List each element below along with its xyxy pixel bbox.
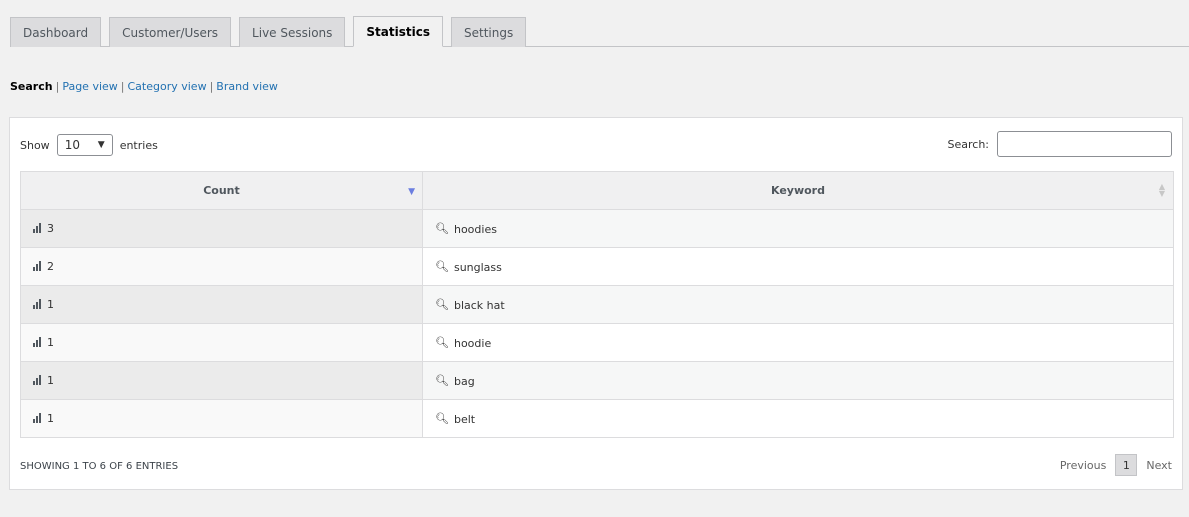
count-value: 1 xyxy=(47,336,54,349)
keyword-cell: 🔍︎ hoodies xyxy=(422,209,1174,248)
keyword-value: belt xyxy=(453,412,476,426)
keyword-cell: 🔍︎ black hat xyxy=(422,285,1174,324)
next-button[interactable]: Next xyxy=(1146,459,1172,472)
search-icon: 🔍︎ xyxy=(435,297,449,311)
tab-customer-users[interactable]: Customer/Users xyxy=(109,17,232,47)
count-value: 1 xyxy=(47,412,54,425)
keyword-value: bag xyxy=(453,374,475,388)
subnav-separator: | xyxy=(55,80,60,93)
keyword-cell: 🔍︎ hoodie xyxy=(422,323,1174,362)
count-cell: 1 xyxy=(20,361,423,400)
keyword-cell: 🔍︎ bag xyxy=(422,361,1174,400)
show-label: Show xyxy=(20,138,50,152)
tab-bar: Dashboard Customer/Users Live Sessions S… xyxy=(10,10,1189,47)
table-info: Showing 1 to 6 of 6 entries xyxy=(20,461,179,472)
bar-chart-icon xyxy=(33,299,42,309)
search-label: Search: xyxy=(947,137,990,151)
table-row: 1 🔍︎ bag xyxy=(20,361,1174,400)
keyword-value: sunglass xyxy=(453,260,502,274)
tab-statistics[interactable]: Statistics xyxy=(353,16,443,47)
page-length-control: Show 10 ▼ entries xyxy=(20,134,158,156)
previous-button[interactable]: Previous xyxy=(1060,459,1107,472)
column-header-count[interactable]: Count ▼ xyxy=(20,171,423,210)
table-header-row: Count ▼ Keyword ▲ ▼ xyxy=(20,171,1174,210)
page-length-value: 10 xyxy=(64,138,80,152)
statistics-panel: Show 10 ▼ entries Search: Count ▼ Keywor… xyxy=(9,117,1183,490)
bar-chart-icon xyxy=(33,413,42,423)
count-value: 3 xyxy=(47,222,54,235)
table-row: 1 🔍︎ black hat xyxy=(20,285,1174,324)
pagination: Previous 1 Next xyxy=(1060,454,1172,476)
column-header-keyword[interactable]: Keyword ▲ ▼ xyxy=(422,171,1174,210)
keyword-cell: 🔍︎ sunglass xyxy=(422,247,1174,286)
bar-chart-icon xyxy=(33,375,42,385)
subnav-search: Search xyxy=(10,80,53,93)
count-cell: 2 xyxy=(20,247,423,286)
keyword-value: hoodies xyxy=(453,222,497,236)
subnav-separator: | xyxy=(209,80,214,93)
count-cell: 1 xyxy=(20,285,423,324)
keyword-cell: 🔍︎ belt xyxy=(422,399,1174,438)
count-value: 2 xyxy=(47,260,54,273)
table-row: 2 🔍︎ sunglass xyxy=(20,247,1174,286)
tab-live-sessions[interactable]: Live Sessions xyxy=(239,17,346,47)
count-cell: 3 xyxy=(20,209,423,248)
tab-dashboard[interactable]: Dashboard xyxy=(10,17,102,47)
search-input[interactable] xyxy=(997,131,1172,157)
bar-chart-icon xyxy=(33,337,42,347)
page-1-button[interactable]: 1 xyxy=(1115,454,1138,476)
table-row: 1 🔍︎ belt xyxy=(20,399,1174,438)
count-cell: 1 xyxy=(20,323,423,362)
page-length-select[interactable]: 10 ▼ xyxy=(56,134,113,156)
tab-settings[interactable]: Settings xyxy=(450,17,527,47)
subnav-brand-view[interactable]: Brand view xyxy=(216,80,278,93)
keyword-value: black hat xyxy=(453,298,505,312)
subnav-separator: | xyxy=(120,80,125,93)
search-icon: 🔍︎ xyxy=(435,259,449,273)
statistics-subnav: Search | Page view | Category view | Brand vie… xyxy=(10,80,278,93)
search-icon: 🔍︎ xyxy=(435,335,449,349)
chevron-down-icon: ▼ xyxy=(97,140,105,150)
table-row: 1 🔍︎ hoodie xyxy=(20,323,1174,362)
count-value: 1 xyxy=(47,298,54,311)
bar-chart-icon xyxy=(33,223,42,233)
search-icon: 🔍︎ xyxy=(435,411,449,425)
sort-both-icon: ▲ ▼ xyxy=(1158,182,1165,198)
keyword-value: hoodie xyxy=(453,336,492,350)
statistics-table: Count ▼ Keyword ▲ ▼ 3 🔍︎ hoodies 2 🔍︎ sungl… xyxy=(20,171,1174,438)
sort-desc-icon: ▼ xyxy=(408,187,415,197)
column-header-label: Keyword xyxy=(771,184,825,197)
bar-chart-icon xyxy=(33,261,42,271)
column-header-label: Count xyxy=(203,184,240,197)
table-row: 3 🔍︎ hoodies xyxy=(20,209,1174,248)
search-icon: 🔍︎ xyxy=(435,373,449,387)
table-search: Search: xyxy=(947,131,1172,157)
search-icon: 🔍︎ xyxy=(435,221,449,235)
entries-label: entries xyxy=(119,138,158,152)
subnav-category-view[interactable]: Category view xyxy=(128,80,207,93)
count-cell: 1 xyxy=(20,399,423,438)
subnav-page-view[interactable]: Page view xyxy=(62,80,117,93)
count-value: 1 xyxy=(47,374,54,387)
